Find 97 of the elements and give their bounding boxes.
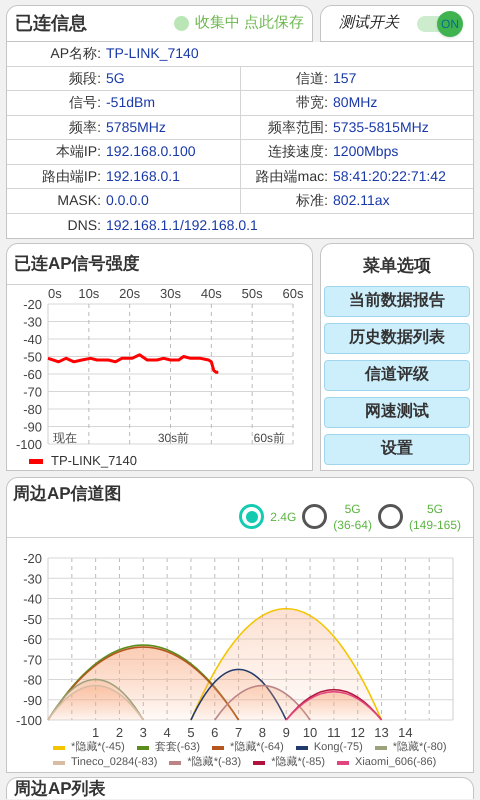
menu-button[interactable]: 历史数据列表 (324, 322, 470, 354)
tick-label: -80 (23, 672, 42, 688)
tick-label: -30 (23, 314, 42, 330)
tick-label: 2 (116, 725, 124, 739)
tick-label: 8 (258, 725, 266, 739)
tick-label: -90 (23, 692, 42, 708)
tick-label: 10 (302, 725, 318, 739)
tick-label: 1 (92, 725, 100, 739)
tick-label: -40 (23, 592, 42, 606)
field-value: TP-LINK_7140 (106, 44, 199, 64)
legend-label: *隐藏*(-83) (187, 754, 242, 770)
field-label: 路由端mac: (254, 166, 329, 186)
field-value: 192.168.0.100 (106, 142, 196, 162)
field-value: 192.168.0.1 (106, 166, 180, 186)
tick-label: 13 (374, 725, 389, 739)
section-title: 周边AP信道图 (13, 483, 122, 505)
tick-label: 3 (140, 725, 147, 739)
tick-label: -90 (23, 420, 42, 434)
field-label: AP名称: (49, 44, 102, 64)
field-label: 标准: (295, 191, 329, 210)
legend-label: *隐藏*(-64) (230, 740, 284, 756)
field-label: DNS: (66, 216, 102, 236)
field-value: 802.11ax (333, 191, 390, 210)
tick-label: -20 (23, 551, 42, 566)
field-label: 频段: (68, 68, 102, 88)
tick-label: -50 (23, 350, 42, 364)
tick-label: 60s (282, 286, 304, 301)
menu-button[interactable]: 当前数据报告 (324, 286, 470, 316)
tick-label: -80 (23, 402, 42, 417)
tick-label: -50 (23, 612, 42, 627)
tick-label: -70 (23, 384, 42, 400)
legend-label: 套套(-63) (154, 740, 200, 756)
field-label: 连接速度: (267, 142, 329, 162)
axis-annotation: 60s前 (254, 431, 285, 445)
legend-label: TP-LINK_7140 (51, 452, 137, 470)
axis-annotation: 现在 (53, 431, 77, 445)
legend-label: Xiaomi_606(-86) (355, 755, 436, 770)
tick-label: -40 (23, 332, 42, 347)
radio-button[interactable] (378, 504, 403, 529)
tick-label: -100 (16, 437, 42, 450)
tick-label: 12 (350, 725, 365, 739)
field-value: 58:41:20:22:71:42 (333, 166, 446, 186)
field-value: 5785MHz (106, 118, 166, 137)
field-value: 5735-5815MHz (333, 118, 429, 137)
legend-label: *隐藏*(-45) (71, 740, 125, 756)
field-label: 频率: (68, 118, 102, 137)
field-value: 80MHz (333, 93, 378, 112)
legend-label: Kong(-75) (314, 740, 363, 756)
tick-label: -60 (23, 367, 42, 382)
tick-label: 0s (48, 286, 62, 301)
field-value: 1200Mbps (333, 142, 398, 162)
section-title: 周边AP列表 (14, 778, 106, 800)
field-label: 频率范围: (267, 118, 329, 137)
tick-label: 10s (78, 286, 100, 301)
field-label: 本端IP: (54, 142, 102, 162)
field-label: 路由端IP: (40, 166, 102, 186)
radio-button[interactable] (239, 504, 264, 529)
field-value: 5G (106, 68, 125, 88)
field-label: MASK: (56, 191, 102, 210)
field-value: 0.0.0.0 (106, 191, 149, 210)
tick-label: 50s (242, 286, 263, 301)
section-title: 已连信息 (15, 12, 87, 35)
radio-label: 5G (149-165) (408, 500, 461, 532)
tick-label: 5 (187, 725, 195, 739)
legend-label: *隐藏*(-85) (271, 754, 326, 770)
axis-annotation: 30s前 (158, 431, 190, 445)
section-title: 已连AP信号强度 (14, 253, 140, 276)
tick-label: 11 (327, 725, 341, 739)
tick-label: 14 (398, 725, 413, 739)
menu-button[interactable]: 信道评级 (324, 360, 470, 390)
tick-label: -60 (23, 632, 42, 647)
radio-button[interactable] (302, 504, 328, 529)
tick-label: 6 (211, 725, 218, 739)
menu-button[interactable]: 网速测试 (324, 396, 470, 428)
section-title: 菜单选项 (363, 255, 431, 277)
tick-label: 7 (234, 725, 242, 739)
tick-label: 4 (164, 725, 171, 739)
tick-label: 9 (282, 725, 290, 739)
tick-label: -100 (16, 713, 42, 728)
tick-label: 20s (119, 286, 140, 301)
field-value: 192.168.1.1/192.168.0.1 (106, 216, 258, 236)
menu-button[interactable]: 设置 (324, 434, 470, 464)
tick-label: -20 (23, 297, 42, 312)
field-label: 信号: (68, 93, 102, 112)
tick-label: 40s (200, 286, 222, 301)
radio-label: 2.4G (270, 508, 296, 524)
field-value: 157 (333, 68, 356, 88)
field-value: -51dBm (106, 93, 156, 112)
switch-label: 测试开关 (339, 13, 399, 34)
tick-label: -30 (23, 571, 42, 586)
radio-label: 5G (36-64) (333, 500, 372, 532)
tick-label: -70 (23, 652, 42, 668)
field-label: 带宽: (295, 93, 329, 112)
tick-label: 30s (160, 286, 181, 301)
legend-label: Tineco_0284(-83) (71, 755, 158, 770)
legend-label: *隐藏*(-80) (392, 740, 447, 756)
field-label: 信道: (295, 68, 329, 88)
